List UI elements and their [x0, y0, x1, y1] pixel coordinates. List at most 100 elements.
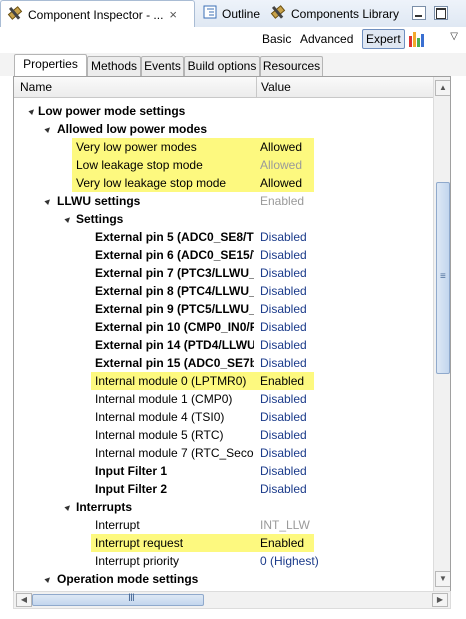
property-name: External pin 8 (PTC4/LLWU_F [95, 284, 254, 298]
property-row[interactable]: Internal module 0 (LPTMR0) Enabled [14, 372, 433, 390]
property-name: Internal module 0 (LPTMR0) [95, 374, 247, 388]
tab-outline[interactable]: Outline [197, 1, 260, 26]
property-name: External pin 10 (CMP0_IN0/P [95, 320, 254, 334]
view-tab-strip: Component Inspector - ... × Outline Comp… [0, 0, 466, 28]
property-row[interactable]: Internal module 5 (RTC) Disabled [14, 426, 433, 444]
property-row[interactable]: External pin 14 (PTD4/LLWU_ Disabled [14, 336, 433, 354]
property-value[interactable]: 0 (Highest) [260, 552, 319, 570]
table-header: Name Value [14, 77, 433, 98]
property-value[interactable]: Disabled [260, 480, 307, 498]
property-row[interactable]: ▲ Operation mode settings [14, 570, 433, 588]
property-value[interactable]: Disabled [260, 246, 307, 264]
basic-mode-button[interactable]: Basic [262, 32, 291, 46]
property-value[interactable]: Allowed [260, 156, 302, 174]
property-name: Allowed low power modes [57, 122, 208, 136]
property-value[interactable]: Enabled [260, 372, 304, 390]
property-row[interactable]: Low leakage stop mode Allowed [14, 156, 433, 174]
column-header-value[interactable]: Value [261, 80, 291, 94]
property-value[interactable]: Disabled [260, 390, 307, 408]
property-value[interactable]: Enabled [260, 192, 304, 210]
property-value[interactable]: Disabled [260, 318, 307, 336]
property-value[interactable]: Enabled [260, 534, 304, 552]
property-row[interactable]: Very low leakage stop mode Allowed [14, 174, 433, 192]
property-value[interactable]: Disabled [260, 282, 307, 300]
property-value[interactable]: Disabled [260, 408, 307, 426]
property-row[interactable]: External pin 9 (PTC5/LLWU_F Disabled [14, 300, 433, 318]
property-value[interactable]: Disabled [260, 426, 307, 444]
property-value[interactable]: Disabled [260, 264, 307, 282]
property-name: External pin 5 (ADC0_SE8/TSI [95, 230, 254, 244]
property-row[interactable]: Interrupt INT_LLW [14, 516, 433, 534]
property-row[interactable]: External pin 5 (ADC0_SE8/TSI Disabled [14, 228, 433, 246]
property-value[interactable]: Disabled [260, 228, 307, 246]
property-name: Interrupt [95, 518, 140, 532]
property-row[interactable]: ▲ Allowed low power modes [14, 120, 433, 138]
expand-collapse-icon[interactable]: ▲ [39, 119, 58, 138]
tab-events[interactable]: Events [141, 56, 184, 76]
scroll-down-icon[interactable]: ▼ [435, 571, 450, 587]
property-value[interactable]: Allowed [260, 174, 302, 192]
property-row[interactable]: ▲ Low power mode settings [14, 102, 433, 120]
expand-collapse-icon[interactable]: ▲ [39, 569, 58, 588]
tab-components-library[interactable]: Components Library [264, 1, 399, 26]
property-row[interactable]: Internal module 1 (CMP0) Disabled [14, 390, 433, 408]
column-divider[interactable] [256, 77, 257, 97]
scroll-up-icon[interactable]: ▲ [435, 80, 450, 96]
component-inspector-icon [7, 5, 23, 24]
advanced-mode-button[interactable]: Advanced [300, 32, 353, 46]
property-row[interactable]: External pin 6 (ADC0_SE15/T Disabled [14, 246, 433, 264]
tab-component-inspector[interactable]: Component Inspector - ... × [0, 0, 195, 28]
property-row[interactable]: External pin 15 (ADC0_SE7b/Disabled [14, 354, 433, 372]
property-value[interactable]: Disabled [260, 444, 307, 462]
view-menu-icon[interactable]: ▽ [450, 31, 458, 42]
expand-collapse-icon[interactable]: ▲ [39, 191, 58, 210]
tab-resources[interactable]: Resources [260, 56, 323, 76]
property-row[interactable]: ▲ Interrupts [14, 498, 433, 516]
property-row[interactable]: Internal module 7 (RTC_Secon Disabled [14, 444, 433, 462]
property-value[interactable]: Allowed [260, 138, 302, 156]
column-header-name[interactable]: Name [20, 80, 52, 94]
minimize-button[interactable] [412, 6, 426, 20]
property-name: Very low power modes [76, 140, 197, 154]
property-value[interactable]: Disabled [260, 354, 307, 372]
property-value[interactable]: Disabled [260, 336, 307, 354]
bar-chart-icon[interactable] [408, 30, 426, 51]
tab-methods[interactable]: Methods [87, 56, 141, 76]
tab-label: Outline [222, 6, 261, 21]
property-name: Internal module 5 (RTC) [95, 428, 224, 442]
property-row[interactable]: Internal module 4 (TSI0) Disabled [14, 408, 433, 426]
property-value[interactable]: INT_LLW [260, 516, 310, 534]
maximize-button[interactable] [434, 6, 448, 20]
tab-properties[interactable]: Properties [14, 54, 87, 77]
property-row[interactable]: External pin 10 (CMP0_IN0/P Disabled [14, 318, 433, 336]
property-row[interactable]: External pin 8 (PTC4/LLWU_F Disabled [14, 282, 433, 300]
horizontal-scrollbar[interactable]: ◀ Ⅲ ▶ [13, 591, 451, 609]
tab-build-options[interactable]: Build options [184, 56, 260, 76]
properties-table: Name Value ▲ Low power mode settings ▲ Allo… [13, 76, 451, 592]
property-name: Internal module 7 (RTC_Secon [95, 446, 254, 460]
scroll-thumb[interactable]: ≡ [436, 182, 450, 374]
property-name: Internal module 4 (TSI0) [95, 410, 225, 424]
property-row[interactable]: ▲ Settings [14, 210, 433, 228]
property-row[interactable]: Interrupt request Enabled [14, 534, 433, 552]
h-scroll-thumb[interactable]: Ⅲ [32, 593, 204, 606]
property-name: Very low leakage stop mode [76, 176, 227, 190]
property-row[interactable]: Interrupt priority 0 (Highest) [14, 552, 433, 570]
property-name: Interrupt priority [95, 554, 180, 568]
property-row[interactable]: Input Filter 2 Disabled [14, 480, 433, 498]
vertical-scrollbar[interactable]: ▲ ≡ ▼ [433, 77, 450, 591]
expert-mode-button[interactable]: Expert [362, 29, 405, 49]
scroll-right-icon[interactable]: ▶ [432, 593, 448, 607]
property-row[interactable]: Input Filter 1 Disabled [14, 462, 433, 480]
inspector-subtabs: Properties Methods Events Build options … [0, 53, 466, 77]
property-name: External pin 14 (PTD4/LLWU_ [95, 338, 254, 352]
property-name: Interrupt request [95, 536, 184, 550]
property-row[interactable]: ▲ LLWU settings Enabled [14, 192, 433, 210]
close-icon[interactable]: × [169, 7, 177, 22]
scroll-left-icon[interactable]: ◀ [16, 593, 32, 607]
property-name: Interrupts [76, 500, 133, 514]
property-value[interactable]: Disabled [260, 300, 307, 318]
property-row[interactable]: External pin 7 (PTC3/LLWU_F Disabled [14, 264, 433, 282]
property-value[interactable]: Disabled [260, 462, 307, 480]
property-row[interactable]: Very low power modes Allowed [14, 138, 433, 156]
